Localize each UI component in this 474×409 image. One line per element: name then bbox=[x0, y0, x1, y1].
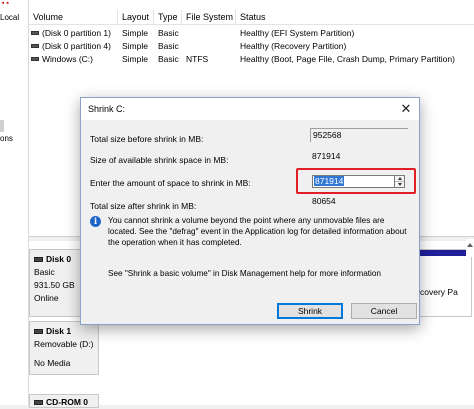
volume-name: (Disk 0 partition 1) bbox=[42, 28, 111, 38]
toolbar-icons: ▪ ▪ bbox=[2, 0, 9, 7]
cancel-button[interactable]: Cancel bbox=[351, 303, 417, 319]
col-volume[interactable]: Volume bbox=[33, 12, 63, 22]
available-value: 871914 bbox=[312, 151, 341, 161]
volume-type: Basic bbox=[158, 54, 179, 64]
shrink-button[interactable]: Shrink bbox=[277, 303, 343, 319]
volume-row[interactable]: (Disk 0 partition 1) Simple Basic Health… bbox=[29, 27, 474, 40]
chevron-up-icon bbox=[467, 243, 473, 247]
partition-bar bbox=[416, 250, 471, 256]
close-button[interactable]: ✕ bbox=[397, 100, 415, 118]
amount-highlight: 871914 bbox=[296, 168, 416, 194]
close-icon: ✕ bbox=[400, 101, 412, 116]
volume-type: Basic bbox=[158, 41, 179, 51]
disk-icon bbox=[34, 329, 43, 334]
after-size-value: 80654 bbox=[312, 196, 336, 206]
col-layout[interactable]: Layout bbox=[122, 12, 149, 22]
volume-icon bbox=[31, 57, 39, 61]
dialog-titlebar[interactable]: Shrink C: ✕ bbox=[81, 98, 419, 120]
volume-name: (Disk 0 partition 4) bbox=[42, 41, 111, 51]
volume-status: Healthy (EFI System Partition) bbox=[240, 28, 355, 38]
volume-layout: Simple bbox=[122, 41, 148, 51]
info-icon: i bbox=[90, 216, 101, 227]
arrow-up-icon bbox=[397, 176, 402, 180]
shrink-amount-spinner[interactable] bbox=[395, 175, 405, 188]
volume-name: Windows (C:) bbox=[42, 54, 94, 64]
arrow-down-icon bbox=[397, 182, 402, 186]
volume-row[interactable]: (Disk 0 partition 4) Simple Basic Health… bbox=[29, 40, 474, 53]
disk-name: Disk 1 bbox=[46, 326, 72, 336]
left-panel: ▪ ▪ Local ons bbox=[0, 0, 29, 405]
ons-label: ons bbox=[0, 134, 13, 143]
spin-down-button[interactable] bbox=[395, 182, 404, 188]
disk-icon bbox=[34, 257, 43, 262]
volume-row[interactable]: Windows (C:) Simple Basic NTFS Healthy (… bbox=[29, 53, 474, 66]
shrink-amount-input[interactable]: 871914 bbox=[312, 175, 395, 188]
available-label: Size of available shrink space in MB: bbox=[90, 155, 229, 165]
col-file-system[interactable]: File System bbox=[186, 12, 233, 22]
volume-list-header: Volume Layout Type File System Status bbox=[29, 10, 474, 25]
cdrom-0-info[interactable]: CD-ROM 0 bbox=[29, 394, 99, 408]
volume-layout: Simple bbox=[122, 28, 148, 38]
cdrom-icon bbox=[34, 400, 43, 405]
volume-status: Healthy (Boot, Page File, Crash Dump, Pr… bbox=[240, 54, 455, 64]
total-size-value: 952568 bbox=[310, 128, 408, 142]
volume-icon bbox=[31, 44, 39, 48]
volume-fs: NTFS bbox=[186, 54, 209, 64]
total-size-label: Total size before shrink in MB: bbox=[90, 134, 204, 144]
local-label: Local bbox=[0, 13, 20, 22]
shrink-amount-value: 871914 bbox=[314, 176, 345, 186]
disk-name: Disk 0 bbox=[46, 254, 72, 264]
recovery-partition-block[interactable]: covery Pa bbox=[415, 249, 472, 317]
volume-status: Healthy (Recovery Partition) bbox=[240, 41, 347, 51]
col-type[interactable]: Type bbox=[158, 12, 178, 22]
after-size-label: Total size after shrink in MB: bbox=[90, 201, 197, 211]
scroll-up-button[interactable] bbox=[466, 239, 474, 257]
amount-label: Enter the amount of space to shrink in M… bbox=[90, 178, 251, 188]
shrink-dialog: Shrink C: ✕ Total size before shrink in … bbox=[80, 97, 420, 325]
disk-1-info[interactable]: Disk 1 Removable (D:) No Media bbox=[29, 321, 99, 375]
partition-label: covery Pa bbox=[420, 287, 458, 297]
disk-name: CD-ROM 0 bbox=[46, 397, 89, 407]
disk-type: Removable (D:) bbox=[34, 339, 94, 349]
col-status[interactable]: Status bbox=[240, 12, 266, 22]
scroll-nub[interactable] bbox=[0, 120, 4, 132]
dialog-title: Shrink C: bbox=[88, 104, 126, 114]
volume-layout: Simple bbox=[122, 54, 148, 64]
volume-icon bbox=[31, 31, 39, 35]
help-text: See "Shrink a basic volume" in Disk Mana… bbox=[108, 269, 381, 278]
info-text: You cannot shrink a volume beyond the po… bbox=[108, 216, 407, 247]
disk-state: No Media bbox=[34, 358, 71, 368]
volume-type: Basic bbox=[158, 28, 179, 38]
